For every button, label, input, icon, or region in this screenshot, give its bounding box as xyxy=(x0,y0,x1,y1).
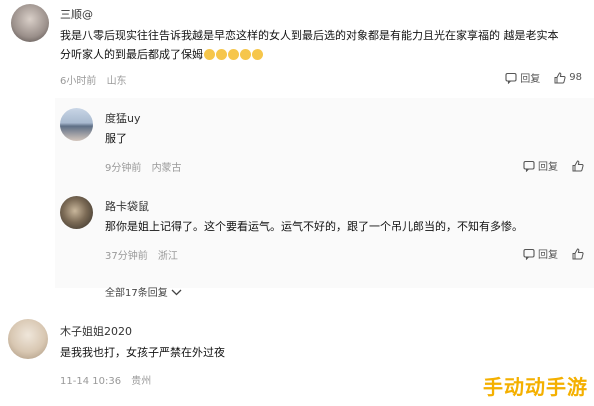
comment-text: 是我我也打，女孩子严禁在外过夜 xyxy=(60,346,225,359)
comment-time: 37分钟前 xyxy=(105,251,148,262)
comment-location: 浙江 xyxy=(157,251,178,262)
comment-time: 9分钟前 xyxy=(105,163,142,174)
like-count: 98 xyxy=(569,72,582,83)
username[interactable]: 度猛uy xyxy=(105,110,140,126)
avatar[interactable] xyxy=(60,196,93,229)
comment-time: 6小时前 xyxy=(60,76,97,87)
emoji-icon xyxy=(228,49,239,60)
comment-bubble-icon xyxy=(505,72,517,84)
like-button[interactable]: 98 xyxy=(554,71,582,84)
emoji-icon xyxy=(252,49,263,60)
username[interactable]: 三顺@ xyxy=(60,6,93,22)
emoji-icon xyxy=(240,49,251,60)
watermark-logo: 手动动手游 xyxy=(483,375,588,399)
comment-time: 11-14 10:36 xyxy=(60,376,122,387)
comment-text-line-2-text: 分听家人的到最后都成了保姆 xyxy=(60,48,203,61)
expand-replies-label: 全部17条回复 xyxy=(105,288,168,299)
comment-bubble-icon xyxy=(523,160,535,172)
avatar[interactable] xyxy=(8,319,48,359)
comment-meta: 9分钟前 内蒙古 xyxy=(105,159,189,174)
comment-actions: 回复 xyxy=(513,158,584,173)
username[interactable]: 路卡袋鼠 xyxy=(105,198,149,214)
comment-meta: 11-14 10:36 贵州 xyxy=(60,372,158,387)
comment-meta: 6小时前 山东 xyxy=(60,72,134,87)
comment-text: 服了 xyxy=(105,132,127,145)
username[interactable]: 木子姐姐2020 xyxy=(60,323,132,339)
comment-actions: 回复 98 xyxy=(495,70,582,85)
comment-bubble-icon xyxy=(523,248,535,260)
reply-button[interactable]: 回复 xyxy=(523,246,558,261)
comment-location: 贵州 xyxy=(131,376,152,387)
comment-meta: 37分钟前 浙江 xyxy=(105,247,185,262)
thumbs-up-icon xyxy=(572,247,584,260)
comment-text: 我是八零后现实往往告诉我越是早恋这样的女人到最后选的对象都是有能力且光在家享福的… xyxy=(60,26,559,64)
reply-button[interactable]: 回复 xyxy=(505,70,540,85)
thumbs-up-icon xyxy=(554,71,566,84)
like-button[interactable] xyxy=(572,159,584,172)
comment-text: 那你是姐上记得了。这个要看运气。运气不好的，跟了一个吊儿郎当的，不知有多惨。 xyxy=(105,220,523,233)
avatar[interactable] xyxy=(60,108,93,141)
reply-button[interactable]: 回复 xyxy=(523,158,558,173)
comment-text-line-2: 分听家人的到最后都成了保姆 xyxy=(60,45,559,64)
comment-location: 内蒙古 xyxy=(151,163,182,174)
thumbs-up-icon xyxy=(572,159,584,172)
comment-text-line-1: 我是八零后现实往往告诉我越是早恋这样的女人到最后选的对象都是有能力且光在家享福的… xyxy=(60,29,559,42)
emoji-icon xyxy=(216,49,227,60)
expand-replies-button[interactable]: 全部17条回复 xyxy=(105,284,182,299)
reply-label: 回复 xyxy=(520,74,541,85)
reply-label: 回复 xyxy=(538,250,558,261)
reply-label: 回复 xyxy=(538,162,558,173)
avatar[interactable] xyxy=(11,4,49,42)
like-button[interactable] xyxy=(572,247,584,260)
emoji-icon xyxy=(204,49,215,60)
comment-location: 山东 xyxy=(106,76,127,87)
comment-actions: 回复 xyxy=(513,246,584,261)
chevron-down-icon xyxy=(171,288,182,296)
